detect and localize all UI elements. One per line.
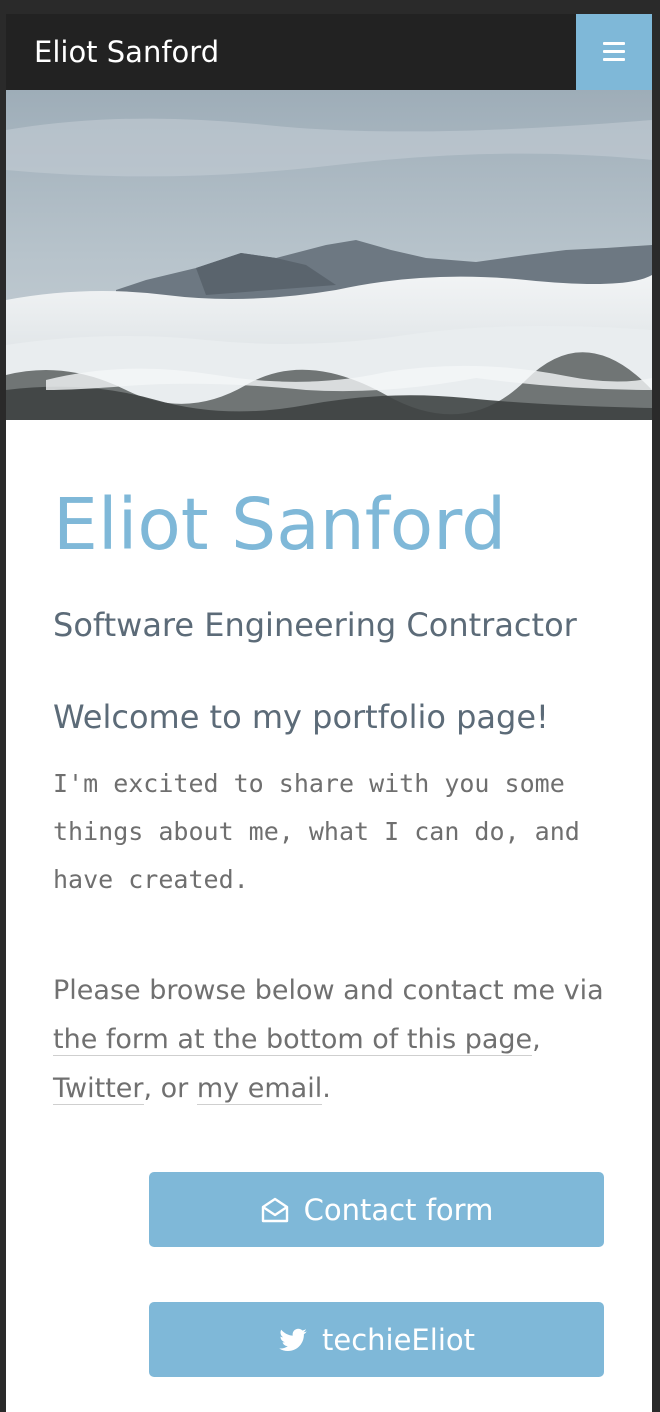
contact-form-link[interactable]: the form at the bottom of this page: [53, 1024, 533, 1056]
menu-toggle-button[interactable]: [576, 14, 652, 90]
intro-paragraph: I'm excited to share with you some thing…: [53, 769, 580, 894]
welcome-heading: Welcome to my portfolio page!: [53, 698, 549, 736]
twitter-link[interactable]: Twitter: [53, 1073, 144, 1105]
page-frame: Eliot Sanford Eliot Sanford Software Eng…: [6, 14, 652, 1412]
email-link[interactable]: my email: [196, 1073, 323, 1105]
navbar: Eliot Sanford: [6, 14, 652, 90]
browse-separator-2: , or: [143, 1073, 197, 1104]
browse-separator-1: ,: [532, 1024, 541, 1055]
navbar-brand[interactable]: Eliot Sanford: [34, 14, 219, 90]
contact-form-button-label: Contact form: [303, 1192, 494, 1227]
hamburger-menu-icon: [603, 42, 625, 62]
contact-form-button[interactable]: Contact form: [149, 1172, 604, 1247]
page-subtitle: Software Engineering Contractor: [53, 606, 577, 644]
twitter-button-label: techieEliot: [322, 1322, 475, 1357]
hero-image: [6, 90, 652, 420]
browse-text-suffix: .: [322, 1073, 331, 1104]
page-title: Eliot Sanford: [53, 483, 507, 566]
twitter-bird-icon: [278, 1325, 308, 1355]
twitter-button[interactable]: techieEliot: [149, 1302, 604, 1377]
mountains-clouds-photo: [6, 90, 652, 420]
browse-paragraph: Please browse below and contact me via t…: [53, 966, 613, 1113]
browse-text-prefix: Please browse below and contact me via: [53, 975, 604, 1006]
envelope-open-icon: [260, 1195, 290, 1225]
